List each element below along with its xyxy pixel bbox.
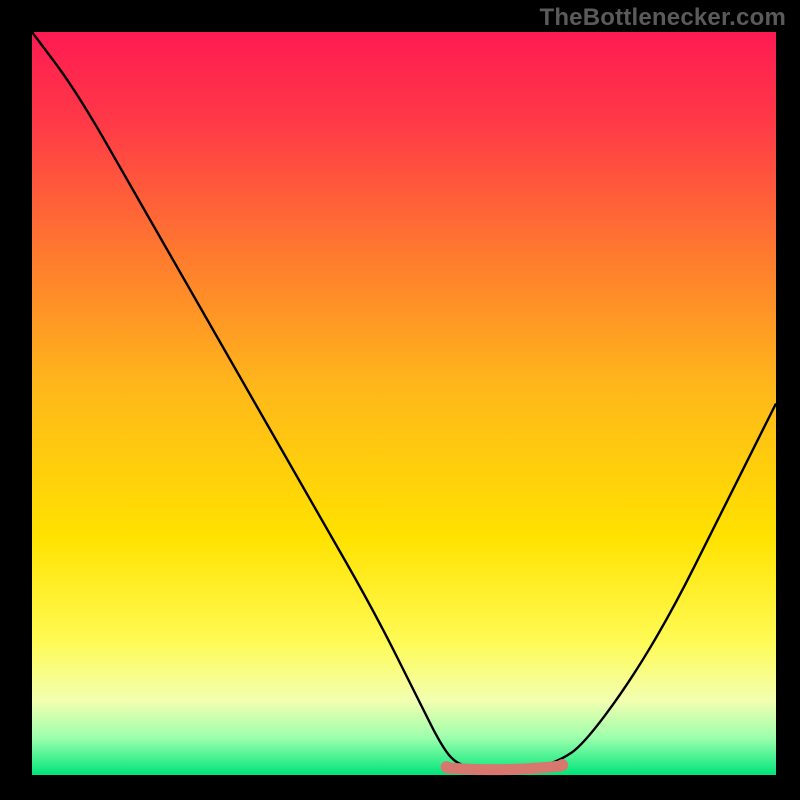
- plot-background: [32, 32, 776, 775]
- optimal-range-dot-left: [441, 761, 453, 773]
- bottleneck-chart: [0, 0, 800, 800]
- optimal-range-dot-right: [556, 759, 568, 771]
- watermark-text: TheBottlenecker.com: [539, 4, 786, 32]
- optimal-range-marker: [449, 766, 561, 770]
